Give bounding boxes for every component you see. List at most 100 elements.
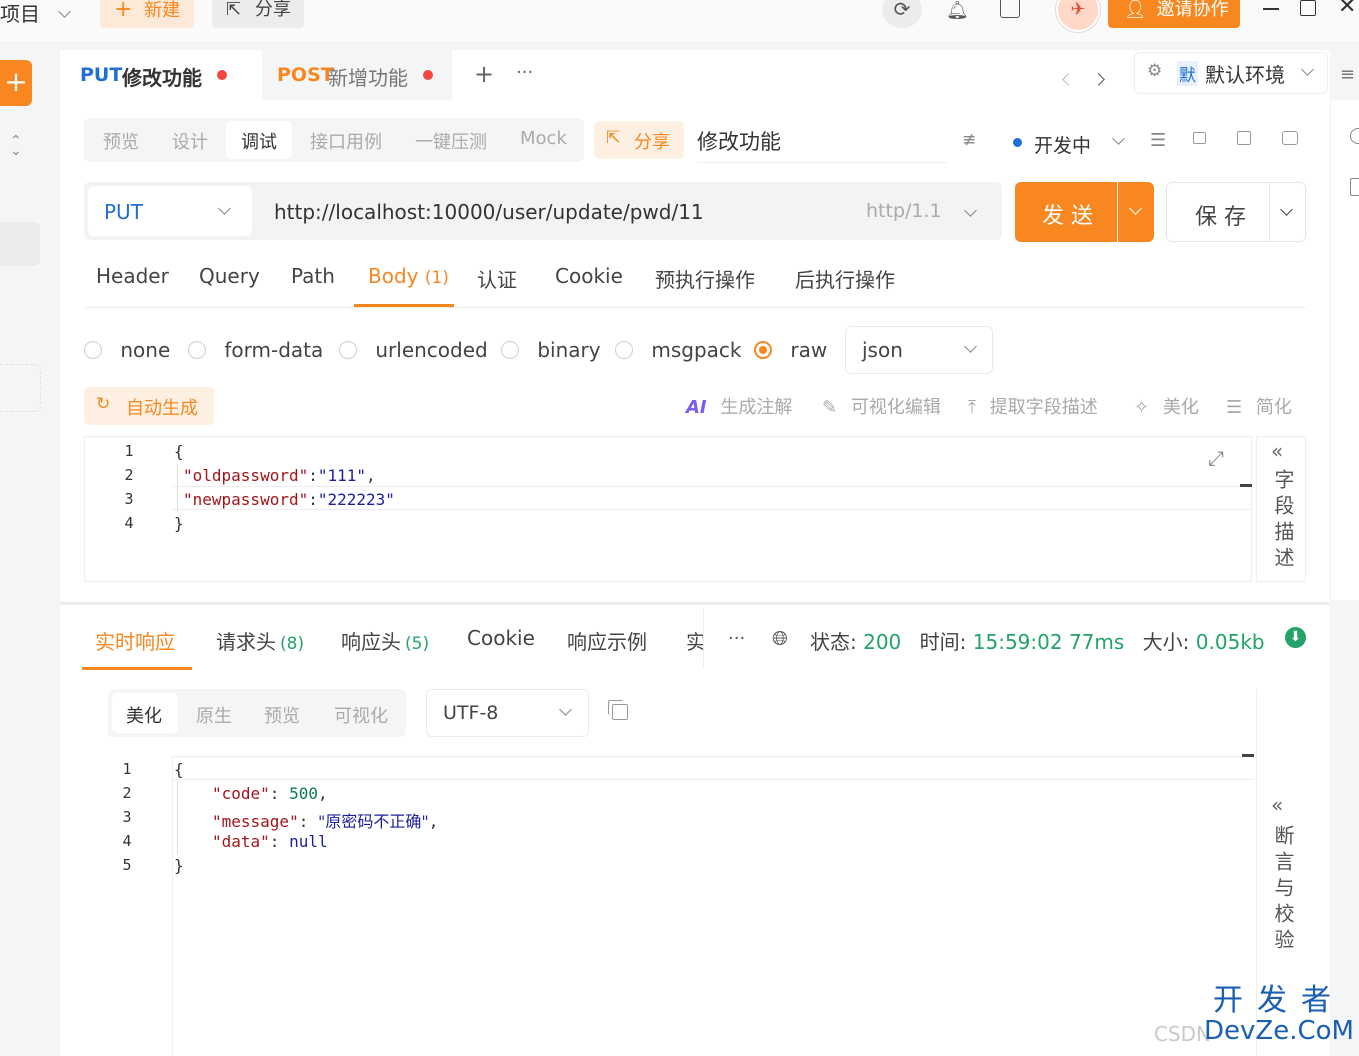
doc-tab-post[interactable]: POST 新增功能 bbox=[262, 50, 452, 100]
chevron-down-icon bbox=[1112, 132, 1125, 145]
invite-button[interactable]: 👤︎ 邀请协作 bbox=[1108, 0, 1240, 28]
json-sep: : bbox=[269, 784, 290, 803]
tab-query[interactable]: Query bbox=[199, 264, 260, 288]
radio-none[interactable]: none bbox=[84, 338, 170, 362]
radio-form-data[interactable]: form-data bbox=[188, 338, 323, 362]
sidebar-add-button[interactable]: + bbox=[0, 60, 32, 106]
json-value: 500 bbox=[289, 784, 318, 803]
download-icon[interactable]: ⬇ bbox=[1285, 627, 1306, 648]
tab-request-headers[interactable]: 请求头 (8) bbox=[216, 626, 304, 655]
sidebar-selected-item[interactable] bbox=[0, 222, 40, 266]
share-api-button[interactable]: ⇱ 分享 bbox=[594, 121, 684, 159]
right-tool-icon[interactable] bbox=[1350, 128, 1359, 144]
auto-generate-button[interactable]: ↻ 自动生成 bbox=[84, 387, 214, 425]
plus-icon: + bbox=[114, 0, 133, 22]
radio-msgpack[interactable]: msgpack bbox=[615, 338, 742, 362]
save-dropdown-button[interactable] bbox=[1270, 182, 1306, 242]
globe-icon[interactable]: 🌐︎ bbox=[772, 626, 788, 650]
share-icon: ⇱ bbox=[226, 0, 242, 20]
save-button[interactable]: 保 存 bbox=[1166, 182, 1270, 242]
send-dropdown-button[interactable] bbox=[1118, 182, 1154, 242]
tabs-divider bbox=[84, 307, 1306, 308]
more-tabs-icon[interactable]: ··· bbox=[728, 628, 745, 649]
radio-circle bbox=[754, 341, 772, 359]
notes-icon[interactable] bbox=[1000, 0, 1020, 18]
radio-urlencoded[interactable]: urlencoded bbox=[339, 338, 488, 362]
mode-tab-stress[interactable]: 一键压测 bbox=[415, 128, 487, 154]
sort-icon[interactable]: ☰ bbox=[1150, 130, 1166, 151]
status-selector[interactable]: 开发中 bbox=[1010, 128, 1130, 160]
more-tabs-icon[interactable]: ··· bbox=[516, 62, 533, 83]
copy-icon[interactable] bbox=[1237, 131, 1251, 145]
tab-body[interactable]: Body (1) bbox=[368, 264, 449, 288]
tab-post-script[interactable]: 后执行操作 bbox=[795, 264, 895, 293]
close-icon[interactable]: ✕ bbox=[1338, 0, 1356, 19]
tab-response-example[interactable]: 响应示例 bbox=[567, 626, 647, 655]
view-tab-raw[interactable]: 原生 bbox=[196, 702, 232, 728]
expand-icon[interactable]: ⤢ bbox=[1208, 446, 1224, 470]
tab-auth[interactable]: 认证 bbox=[477, 264, 517, 293]
add-tab-icon[interactable]: + bbox=[474, 60, 494, 88]
mode-tab-mock[interactable]: Mock bbox=[520, 128, 567, 149]
radio-label: none bbox=[120, 338, 171, 362]
tab-realtime-response[interactable]: 实时响应 bbox=[95, 626, 175, 655]
json-value: "111" bbox=[317, 466, 367, 485]
new-button[interactable]: + 新建 bbox=[100, 0, 194, 28]
ai-generate-comment[interactable]: AI 生成注解 bbox=[686, 393, 792, 419]
tab-header[interactable]: Header bbox=[96, 264, 169, 288]
protocol-select[interactable]: http/1.1 bbox=[866, 200, 986, 230]
share-top-button[interactable]: ⇱ 分享 bbox=[212, 0, 304, 28]
project-selector[interactable]: 项目 bbox=[0, 0, 72, 27]
line-number: 2 bbox=[122, 784, 132, 802]
right-tool-strip bbox=[1330, 100, 1359, 600]
line-number: 4 bbox=[124, 514, 134, 532]
format-select[interactable]: json bbox=[845, 326, 993, 374]
extract-desc-button[interactable]: ⤒ 提取字段描述 bbox=[968, 393, 1098, 419]
collapse-toggle-icon[interactable]: ⌃ ⌄ bbox=[10, 134, 22, 158]
visual-edit-button[interactable]: ✎ 可视化编辑 bbox=[822, 393, 941, 419]
mode-tab-design[interactable]: 设计 bbox=[172, 128, 208, 154]
archive-icon[interactable] bbox=[1282, 131, 1298, 145]
api-name-input[interactable]: 修改功能 bbox=[697, 126, 947, 163]
menu-icon[interactable]: ≡ bbox=[1340, 64, 1355, 85]
tab-response-headers[interactable]: 响应头 (5) bbox=[341, 626, 429, 655]
view-tab-preview[interactable]: 预览 bbox=[264, 702, 300, 728]
edit-list-icon[interactable]: ≢ bbox=[962, 130, 976, 150]
right-tool-icon[interactable] bbox=[1350, 178, 1359, 196]
tab-pre-script[interactable]: 预执行操作 bbox=[655, 264, 755, 293]
panel-splitter[interactable] bbox=[60, 602, 1330, 605]
tab-path[interactable]: Path bbox=[291, 264, 335, 288]
doc-tab-put[interactable]: PUT 修改功能 bbox=[60, 50, 248, 100]
line-number: 3 bbox=[122, 808, 132, 826]
bell-icon[interactable]: 🔔︎ bbox=[946, 0, 969, 21]
encoding-select[interactable]: UTF-8 bbox=[426, 689, 589, 737]
view-tab-visual[interactable]: 可视化 bbox=[334, 702, 388, 728]
beautify-label: 美化 bbox=[1162, 397, 1199, 418]
minimize-icon[interactable] bbox=[1263, 8, 1279, 10]
environment-selector[interactable]: ⚙ 默 默认环境 bbox=[1134, 52, 1328, 94]
mode-tab-cases[interactable]: 接口用例 bbox=[310, 128, 382, 154]
simplify-button[interactable]: ☰ 简化 bbox=[1226, 393, 1292, 419]
magic-icon: ✧ bbox=[1134, 397, 1150, 418]
line-number: 5 bbox=[122, 856, 132, 874]
mode-tab-debug[interactable]: 调试 bbox=[226, 121, 292, 159]
url-input[interactable]: http://localhost:10000/user/update/pwd/1… bbox=[274, 200, 704, 224]
lock-icon[interactable] bbox=[1193, 132, 1206, 144]
status-label: 状态: bbox=[810, 630, 857, 654]
tab-cookie[interactable]: Cookie bbox=[555, 264, 623, 288]
tab-response-cookie[interactable]: Cookie bbox=[467, 626, 535, 650]
radio-raw[interactable]: raw bbox=[754, 338, 827, 362]
tab-truncated[interactable]: 实 bbox=[686, 626, 704, 655]
field-desc-panel[interactable]: « 字段描述 bbox=[1256, 436, 1306, 582]
tab-nav-right-icon[interactable] bbox=[1092, 68, 1105, 89]
method-select[interactable]: PUT bbox=[88, 186, 252, 236]
radio-binary[interactable]: binary bbox=[501, 338, 601, 362]
mode-tab-preview[interactable]: 预览 bbox=[103, 128, 139, 154]
tab-nav-left-icon[interactable] bbox=[1062, 68, 1075, 89]
view-tab-beautify[interactable]: 美化 bbox=[112, 693, 178, 733]
beautify-button[interactable]: ✧ 美化 bbox=[1134, 393, 1199, 419]
method-label: PUT bbox=[104, 200, 143, 224]
maximize-icon[interactable] bbox=[1300, 0, 1316, 16]
json-key: "oldpassword" bbox=[183, 466, 309, 485]
send-button[interactable]: 发 送 bbox=[1015, 182, 1117, 242]
